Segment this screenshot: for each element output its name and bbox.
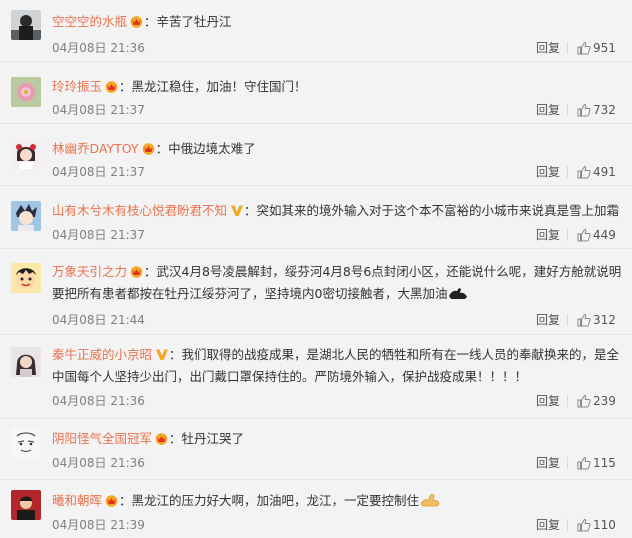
like-button[interactable]: 239 <box>577 393 616 409</box>
comment-line: 万象天引之力 ：武汉4月8号凌晨解封，绥芬河4月8号6点封闭小区，还能说什么呢，建… <box>52 264 622 301</box>
username-link[interactable]: 山有木兮木有枝心悦君盼君不知 <box>52 203 227 218</box>
action-divider <box>567 166 568 178</box>
thumbs-up-icon <box>577 103 591 117</box>
comment-text: 辛苦了牡丹江 <box>156 14 232 29</box>
comment-timestamp: 04月08日 21:36 <box>52 394 145 408</box>
avatar[interactable] <box>11 347 41 377</box>
action-divider <box>567 104 568 116</box>
like-count: 732 <box>593 103 616 117</box>
username-link[interactable]: 曦和朝晖 <box>52 493 102 508</box>
username-link[interactable]: 阴阳怪气全国冠军 <box>52 431 152 446</box>
action-divider <box>567 314 568 326</box>
comment-timestamp: 04月08日 21:37 <box>52 165 145 179</box>
verified-v-icon <box>231 205 244 216</box>
action-divider <box>567 457 568 469</box>
verified-v-icon <box>156 349 169 360</box>
comment-feed: 空空空的水瓶 ：辛苦了牡丹江 04月08日 21:36 回复 951 玲玲振玉 ：黑… <box>0 0 632 538</box>
avatar[interactable] <box>11 77 41 107</box>
avatar[interactable] <box>11 263 41 293</box>
username-link[interactable]: 玲玲振玉 <box>52 79 102 94</box>
thumbs-up-icon <box>577 165 591 179</box>
comment-item: 曦和朝晖 ：黑龙江的压力好大啊，加油吧，龙江，一定要控制住 04月08日 21:3… <box>0 480 632 538</box>
action-divider <box>567 229 568 241</box>
comment-line: 玲玲振玉 ：黑龙江稳住，加油！守住国门！ <box>52 79 307 94</box>
thumbs-up-icon <box>577 456 591 470</box>
comment-line: 阴阳怪气全国冠军 ：牡丹江哭了 <box>52 431 245 446</box>
action-divider <box>567 395 568 407</box>
comment-line: 曦和朝晖 ：黑龙江的压力好大啊，加油吧，龙江，一定要控制住 <box>52 490 622 511</box>
like-button[interactable]: 491 <box>577 164 616 180</box>
like-button[interactable]: 110 <box>577 517 616 533</box>
avatar[interactable] <box>11 10 41 40</box>
vip-crown-icon <box>142 143 154 155</box>
avatar[interactable] <box>11 428 41 458</box>
vip-crown-icon <box>130 16 143 28</box>
comment-line: 秦牛正威的小京昭 ：我们取得的战疫成果，是湖北人民的牺牲和所有在一线人员的奉献换来… <box>52 347 620 384</box>
vip-crown-icon <box>155 433 168 445</box>
like-count: 312 <box>593 313 616 327</box>
action-divider <box>567 42 568 54</box>
comment-item: 阴阳怪气全国冠军 ：牡丹江哭了 04月08日 21:36 回复 115 <box>0 419 632 480</box>
comment-text: 中俄边境太难了 <box>168 141 256 156</box>
like-button[interactable]: 115 <box>577 455 616 471</box>
username-link[interactable]: 秦牛正威的小京昭 <box>52 347 152 362</box>
comment-line: 空空空的水瓶 ：辛苦了牡丹江 <box>52 14 232 29</box>
muscle-emoji-icon <box>449 288 468 299</box>
avatar[interactable] <box>11 490 41 520</box>
like-count: 951 <box>593 41 616 55</box>
comment-item: 秦牛正威的小京昭 ：我们取得的战疫成果，是湖北人民的牺牲和所有在一线人员的奉献换来… <box>0 335 632 419</box>
like-count: 115 <box>593 456 616 470</box>
comment-timestamp: 04月08日 21:37 <box>52 228 145 242</box>
username-link[interactable]: 林幽乔DAYTOY <box>52 141 139 156</box>
like-count: 239 <box>593 394 616 408</box>
like-button[interactable]: 951 <box>577 40 616 56</box>
reply-button[interactable]: 回复 <box>536 227 560 243</box>
comment-timestamp: 04月08日 21:36 <box>52 41 145 55</box>
like-button[interactable]: 732 <box>577 102 616 118</box>
thumbs-up-icon <box>577 228 591 242</box>
action-divider <box>567 519 568 531</box>
comment-timestamp: 04月08日 21:44 <box>52 313 145 327</box>
comment-item: 空空空的水瓶 ：辛苦了牡丹江 04月08日 21:36 回复 951 <box>0 0 632 62</box>
like-button[interactable]: 312 <box>577 312 616 328</box>
avatar[interactable] <box>11 139 41 169</box>
thumbs-up-icon <box>577 518 591 532</box>
username-link[interactable]: 空空空的水瓶 <box>52 14 127 29</box>
reply-button[interactable]: 回复 <box>536 312 560 328</box>
like-count: 491 <box>593 165 616 179</box>
reply-button[interactable]: 回复 <box>536 517 560 533</box>
like-button[interactable]: 449 <box>577 227 616 243</box>
vip-crown-icon <box>105 495 118 507</box>
avatar[interactable] <box>11 201 41 231</box>
comment-text: 牡丹江哭了 <box>181 431 245 446</box>
reply-button[interactable]: 回复 <box>536 40 560 56</box>
comment-line: 林幽乔DAYTOY ：中俄边境太难了 <box>52 141 256 156</box>
reply-button[interactable]: 回复 <box>536 393 560 409</box>
comment-item: 万象天引之力 ：武汉4月8号凌晨解封，绥芬河4月8号6点封闭小区，还能说什么呢，建… <box>0 249 632 335</box>
like-count: 110 <box>593 518 616 532</box>
comment-timestamp: 04月08日 21:39 <box>52 518 145 532</box>
username-link[interactable]: 万象天引之力 <box>52 264 127 279</box>
comment-text: 黑龙江稳住，加油！守住国门！ <box>131 79 307 94</box>
comment-item: 山有木兮木有枝心悦君盼君不知 ：突如其来的境外输入对于这个本不富裕的小城市来说真是… <box>0 186 632 249</box>
strong-arm-emoji-icon <box>420 494 440 507</box>
reply-button[interactable]: 回复 <box>536 455 560 471</box>
thumbs-up-icon <box>577 313 591 327</box>
thumbs-up-icon <box>577 41 591 55</box>
comment-timestamp: 04月08日 21:37 <box>52 103 145 117</box>
vip-crown-icon <box>130 266 143 278</box>
reply-button[interactable]: 回复 <box>536 102 560 118</box>
comment-item: 玲玲振玉 ：黑龙江稳住，加油！守住国门！ 04月08日 21:37 回复 732 <box>0 62 632 124</box>
comment-line: 山有木兮木有枝心悦君盼君不知 ：突如其来的境外输入对于这个本不富裕的小城市来说真是… <box>52 203 620 218</box>
comment-text: 突如其来的境外输入对于这个本不富裕的小城市来说真是雪上加霜 <box>256 203 620 218</box>
comment-text: 黑龙江的压力好大啊，加油吧，龙江，一定要控制住 <box>131 493 420 508</box>
comment-item: 林幽乔DAYTOY ：中俄边境太难了 04月08日 21:37 回复 491 <box>0 124 632 186</box>
like-count: 449 <box>593 228 616 242</box>
reply-button[interactable]: 回复 <box>536 164 560 180</box>
thumbs-up-icon <box>577 394 591 408</box>
vip-crown-icon <box>105 81 118 93</box>
comment-timestamp: 04月08日 21:36 <box>52 456 145 470</box>
